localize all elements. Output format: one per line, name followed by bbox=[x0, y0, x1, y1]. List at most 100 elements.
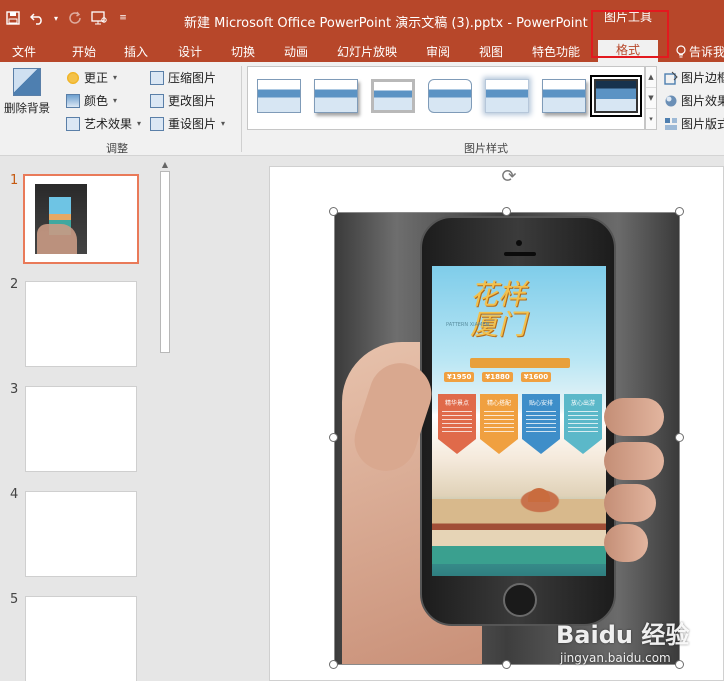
tab-format[interactable]: 格式 bbox=[598, 40, 658, 62]
change-picture-button[interactable]: 更改图片 bbox=[150, 92, 216, 109]
picture-border-icon bbox=[664, 71, 678, 85]
undo-icon[interactable] bbox=[28, 9, 46, 27]
picture-effects-label: 图片效果 bbox=[681, 94, 724, 108]
thumbnail-scrollbar[interactable]: ▲ bbox=[158, 157, 172, 681]
poster-card: 放心出游 bbox=[564, 394, 602, 454]
resize-handle-right[interactable] bbox=[675, 433, 684, 442]
baidu-jingyan-watermark: Baidu 经验 jingyan.baidu.com bbox=[556, 615, 716, 675]
tell-me-box[interactable]: 告诉我 bbox=[676, 43, 724, 60]
picture-border-button[interactable]: 图片边框 bbox=[664, 69, 724, 86]
chevron-down-icon: ▾ bbox=[113, 73, 118, 82]
poster-price: ¥1600 bbox=[520, 372, 552, 382]
tab-transitions[interactable]: 切换 bbox=[231, 43, 255, 60]
finger-image bbox=[604, 398, 664, 436]
change-picture-label: 更改图片 bbox=[168, 94, 217, 108]
phone-image: 花样 厦门 PATTERN XIAMEN ¥1950 ¥1880 ¥1600 精… bbox=[420, 216, 616, 626]
resize-handle-top-left[interactable] bbox=[329, 207, 338, 216]
picture-styles-gallery bbox=[247, 66, 645, 130]
chevron-down-icon: ▾ bbox=[221, 119, 226, 128]
tab-home[interactable]: 开始 bbox=[72, 43, 96, 60]
picture-style-5[interactable] bbox=[485, 79, 529, 113]
slide-thumbnail-3[interactable] bbox=[25, 386, 137, 472]
phone-in-hand-picture[interactable]: 花样 厦门 PATTERN XIAMEN ¥1950 ¥1880 ¥1600 精… bbox=[334, 212, 680, 665]
slide-thumbnail-1[interactable] bbox=[23, 174, 139, 264]
adjust-group-label: 调整 bbox=[106, 142, 128, 155]
resize-handle-bottom[interactable] bbox=[502, 660, 511, 669]
picture-style-2[interactable] bbox=[314, 79, 358, 113]
finger-image bbox=[604, 442, 664, 480]
poster-card: 精华景点 bbox=[438, 394, 476, 454]
tab-features[interactable]: 特色功能 bbox=[532, 43, 580, 60]
reset-picture-button[interactable]: 重设图片 ▾ bbox=[150, 115, 225, 132]
slide-thumbnail-4[interactable] bbox=[25, 491, 137, 577]
corrections-icon bbox=[66, 70, 80, 85]
gallery-more-icon[interactable]: ▾ bbox=[646, 109, 656, 130]
remove-background-icon bbox=[13, 68, 41, 96]
poster-city-illustration bbox=[432, 474, 606, 564]
group-divider bbox=[241, 66, 242, 152]
poster-title: 花样 厦门 bbox=[470, 278, 527, 341]
scroll-up-icon[interactable]: ▲ bbox=[158, 160, 172, 169]
tab-slideshow[interactable]: 幻灯片放映 bbox=[337, 43, 397, 60]
slide-number: 1 bbox=[10, 173, 19, 188]
picture-layout-button[interactable]: 图片版式 bbox=[664, 115, 724, 132]
tell-me-label: 告诉我 bbox=[689, 45, 724, 59]
poster-card: 贴心安排 bbox=[522, 394, 560, 454]
poster-price: ¥1880 bbox=[482, 372, 513, 382]
resize-handle-left[interactable] bbox=[329, 433, 338, 442]
change-picture-icon bbox=[150, 93, 164, 108]
customize-qat-icon[interactable]: ≡ bbox=[114, 9, 132, 27]
reset-picture-icon bbox=[150, 116, 164, 131]
slide-thumbnail-2[interactable] bbox=[25, 281, 137, 367]
lightbulb-icon bbox=[676, 45, 686, 58]
picture-layout-label: 图片版式 bbox=[681, 117, 724, 131]
title-bar: ▾ ≡ 新建 Microsoft Office PowerPoint 演示文稿 … bbox=[0, 0, 724, 40]
tab-review[interactable]: 审阅 bbox=[426, 43, 450, 60]
compress-pictures-button[interactable]: 压缩图片 bbox=[150, 69, 216, 86]
compress-icon bbox=[150, 70, 164, 85]
picture-tools-title: 图片工具 bbox=[603, 10, 652, 24]
rotate-handle-icon[interactable]: ⟳ bbox=[498, 166, 520, 188]
color-button[interactable]: 颜色 ▾ bbox=[66, 92, 117, 109]
resize-handle-top-right[interactable] bbox=[675, 207, 684, 216]
picture-style-3[interactable] bbox=[371, 79, 415, 113]
tab-design[interactable]: 设计 bbox=[178, 43, 202, 60]
color-icon bbox=[66, 93, 80, 108]
picture-border-label: 图片边框 bbox=[681, 71, 724, 85]
chevron-down-icon: ▾ bbox=[137, 119, 142, 128]
corrections-label: 更正 bbox=[84, 71, 109, 85]
picture-style-4[interactable] bbox=[428, 79, 472, 113]
color-label: 颜色 bbox=[84, 94, 109, 108]
slide-thumbnail-pane: 1 2 3 4 5 ▲ bbox=[0, 157, 176, 681]
window-title: 新建 Microsoft Office PowerPoint 演示文稿 (3).… bbox=[184, 16, 588, 31]
tab-animations[interactable]: 动画 bbox=[284, 43, 308, 60]
quick-access-toolbar: ▾ ≡ bbox=[4, 9, 132, 27]
styles-gallery-scrollbar[interactable]: ▲ ▼ ▾ bbox=[645, 66, 657, 130]
picture-effects-button[interactable]: 图片效果 bbox=[664, 92, 724, 109]
artistic-effects-button[interactable]: 艺术效果 ▾ bbox=[66, 115, 141, 132]
undo-dropdown-icon[interactable]: ▾ bbox=[52, 9, 60, 27]
tab-view[interactable]: 视图 bbox=[479, 43, 503, 60]
remove-background-button[interactable]: 删除背景 bbox=[2, 68, 52, 116]
picture-style-1[interactable] bbox=[257, 79, 301, 113]
remove-background-label: 删除背景 bbox=[4, 101, 50, 115]
corrections-button[interactable]: 更正 ▾ bbox=[66, 69, 117, 86]
scroll-up-icon[interactable]: ▲ bbox=[646, 67, 656, 88]
resize-handle-bottom-left[interactable] bbox=[329, 660, 338, 669]
resize-handle-top[interactable] bbox=[502, 207, 511, 216]
picture-style-6[interactable] bbox=[542, 79, 586, 113]
scrollbar-thumb[interactable] bbox=[160, 171, 170, 353]
picture-style-7[interactable] bbox=[590, 75, 642, 117]
slide-number: 2 bbox=[10, 277, 19, 292]
slide-thumbnail-5[interactable] bbox=[25, 596, 137, 681]
picture-styles-group-label: 图片样式 bbox=[464, 142, 508, 155]
start-slideshow-icon[interactable] bbox=[90, 9, 108, 27]
ribbon-format: 删除背景 更正 ▾ 颜色 ▾ 艺术效果 ▾ 压缩图片 更改图片 重设图片 ▾ 调… bbox=[0, 62, 724, 156]
tab-insert[interactable]: 插入 bbox=[124, 43, 148, 60]
save-icon[interactable] bbox=[4, 9, 22, 27]
redo-icon[interactable] bbox=[66, 9, 84, 27]
scroll-down-icon[interactable]: ▼ bbox=[646, 88, 656, 109]
thumbnail-phone-image bbox=[35, 184, 87, 254]
slide-number: 5 bbox=[10, 592, 19, 607]
tab-file[interactable]: 文件 bbox=[12, 43, 36, 60]
